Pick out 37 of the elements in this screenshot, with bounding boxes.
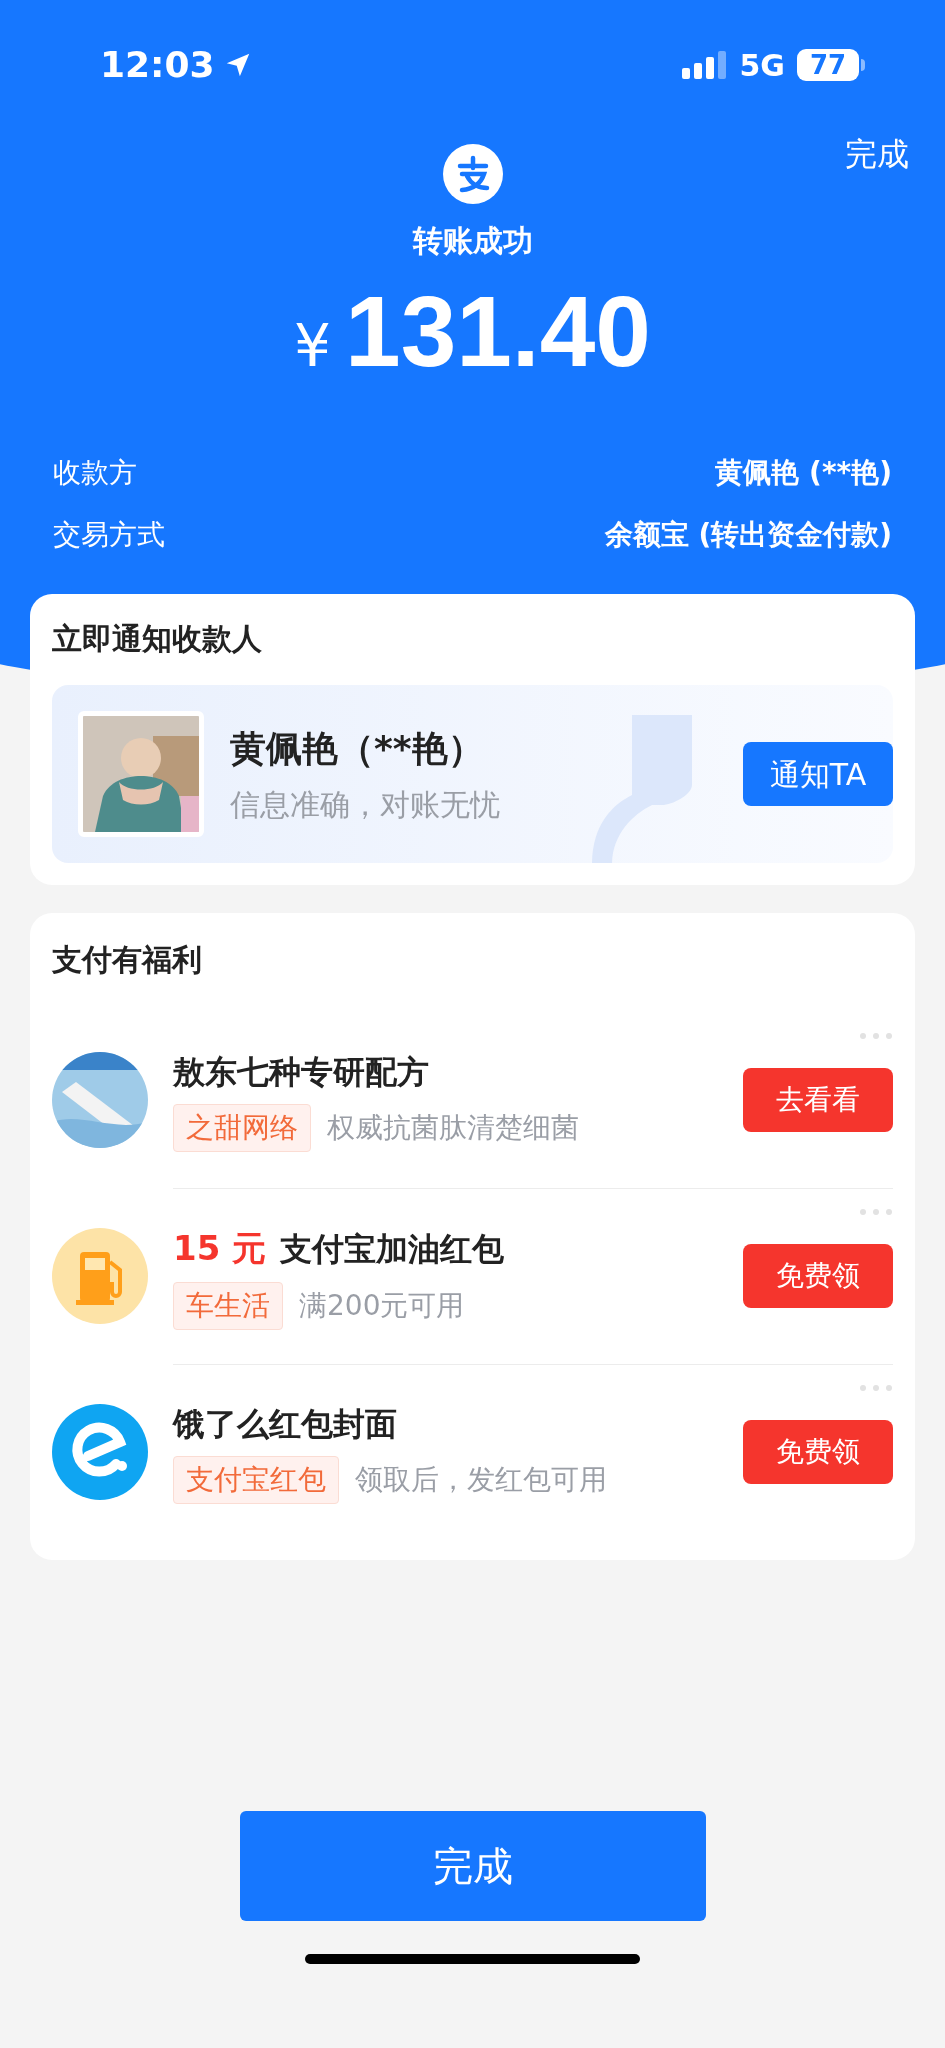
battery-indicator: 77 [797, 49, 859, 81]
benefit-tag: 支付宝红包 [173, 1456, 339, 1504]
amount: 131.40 [345, 281, 651, 381]
claim-button[interactable]: 免费领 [743, 1420, 893, 1484]
done-button[interactable]: 完成 [240, 1811, 706, 1921]
more-icon[interactable] [859, 1032, 893, 1040]
claim-button[interactable]: 免费领 [743, 1244, 893, 1308]
recipient-subtitle: 信息准确，对账无忧 [230, 785, 500, 824]
detail-value: 黄佩艳 (**艳) [715, 455, 892, 491]
detail-label: 收款方 [53, 455, 137, 491]
more-icon[interactable] [859, 1384, 893, 1392]
benefit-amount: 15 元 [173, 1226, 267, 1270]
benefit-title: 饿了么红包封面 [173, 1404, 397, 1445]
benefit-description: 满200元可用 [299, 1287, 465, 1324]
benefit-tag: 之甜网络 [173, 1104, 311, 1152]
card-title: 立即通知收款人 [52, 620, 263, 658]
recipient-name: 黄佩艳（**艳） [230, 726, 485, 771]
benefit-tag: 车生活 [173, 1281, 283, 1330]
card-title: 支付有福利 [52, 941, 203, 979]
signal-icon [681, 51, 728, 79]
claim-button[interactable]: 去看看 [743, 1068, 893, 1132]
benefit-description: 权威抗菌肽清楚细菌 [327, 1110, 579, 1146]
more-icon[interactable] [859, 1208, 893, 1216]
benefit-title: 支付宝加油红包 [280, 1228, 505, 1270]
currency-symbol: ¥ [294, 311, 331, 382]
done-link[interactable]: 完成 [845, 130, 909, 178]
fuel-pump-icon [52, 1228, 148, 1324]
network-label: 5G [739, 46, 785, 85]
benefit-title: 敖东七种专研配方 [173, 1052, 429, 1093]
notify-button[interactable]: 通知TA [743, 742, 893, 806]
eleme-logo-icon [52, 1404, 148, 1500]
detail-label: 交易方式 [53, 517, 165, 553]
status-time: 12:03 [100, 43, 215, 87]
detail-value: 余额宝 (转出资金付款) [604, 517, 892, 553]
alipay-logo-icon [442, 144, 503, 204]
benefit-description: 领取后，发红包可用 [355, 1462, 607, 1498]
transfer-success-title: 转账成功 [412, 222, 533, 260]
